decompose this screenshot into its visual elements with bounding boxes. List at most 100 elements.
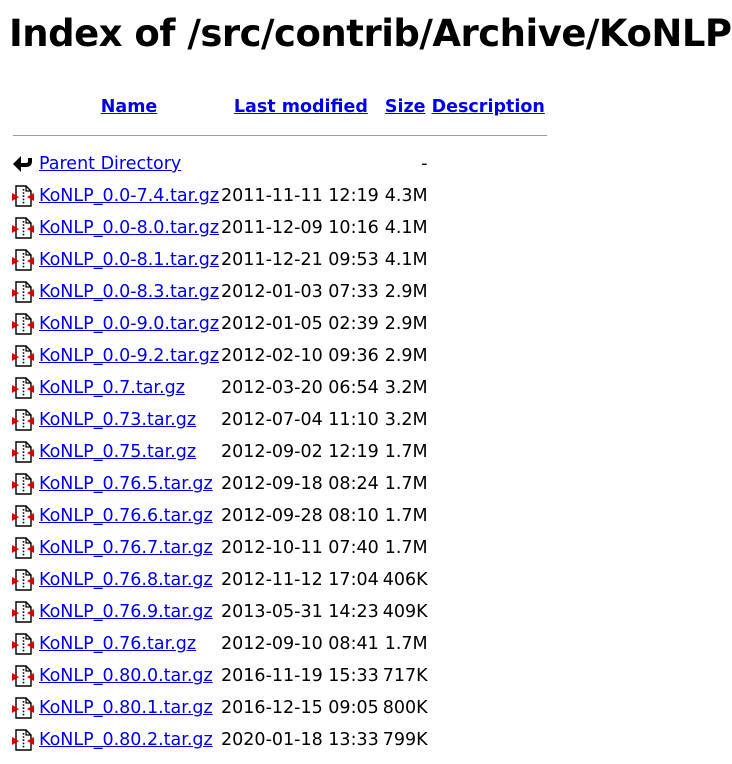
directory-listing: Name Last modified Size Description Pare…	[9, 92, 549, 756]
compressed-file-icon	[11, 376, 35, 400]
description-cell	[430, 436, 547, 468]
compressed-file-icon	[11, 344, 35, 368]
size-cell: 1.7M	[384, 538, 428, 558]
file-link[interactable]: KoNLP_0.80.2.tar.gz	[39, 730, 213, 750]
sort-by-description-link[interactable]: Description	[432, 97, 545, 117]
file-link[interactable]: KoNLP_0.0-8.0.tar.gz	[39, 218, 219, 238]
size-cell: 4.1M	[384, 218, 428, 238]
size-cell: 1.7M	[384, 442, 428, 462]
file-link[interactable]: KoNLP_0.76.6.tar.gz	[39, 506, 213, 526]
header-last-modified: Last modified	[221, 92, 381, 122]
description-cell	[430, 660, 547, 692]
size-cell: 2.9M	[384, 282, 428, 302]
compressed-file-icon	[11, 184, 35, 208]
size-cell: 2.9M	[384, 314, 428, 334]
file-link[interactable]: KoNLP_0.0-9.0.tar.gz	[39, 314, 219, 334]
sort-by-last-modified-link[interactable]: Last modified	[234, 97, 368, 117]
size-cell: 2.9M	[384, 346, 428, 366]
file-link[interactable]: KoNLP_0.0-8.1.tar.gz	[39, 250, 219, 270]
header-row: Name Last modified Size Description	[11, 92, 547, 122]
description-cell	[430, 564, 547, 596]
last-modified-cell: 2012-10-11 07:40	[221, 538, 379, 558]
parent-directory-link[interactable]: Parent Directory	[39, 154, 181, 174]
table-row: KoNLP_0.7.tar.gz 2012-03-20 06:54 3.2M	[11, 372, 547, 404]
last-modified-cell: 2012-09-18 08:24	[221, 474, 379, 494]
compressed-file-icon	[11, 536, 35, 560]
file-link[interactable]: KoNLP_0.76.tar.gz	[39, 634, 196, 654]
description-cell	[430, 628, 547, 660]
table-row: KoNLP_0.0-9.0.tar.gz 2012-01-05 02:39 2.9M	[11, 308, 547, 340]
size-cell: 800K	[382, 698, 428, 718]
description-cell	[430, 724, 547, 756]
compressed-file-icon	[11, 600, 35, 624]
description-cell	[430, 340, 547, 372]
description-cell	[430, 404, 547, 436]
sort-by-size-link[interactable]: Size	[385, 97, 426, 117]
file-link[interactable]: KoNLP_0.76.7.tar.gz	[39, 538, 213, 558]
compressed-file-icon	[11, 440, 35, 464]
size-cell: 1.7M	[384, 506, 428, 526]
file-link[interactable]: KoNLP_0.80.0.tar.gz	[39, 666, 213, 686]
back-icon	[11, 152, 35, 176]
last-modified-cell: 2012-11-12 17:04	[221, 570, 379, 590]
size-cell: 1.7M	[384, 634, 428, 654]
table-row: KoNLP_0.0-9.2.tar.gz 2012-02-10 09:36 2.9M	[11, 340, 547, 372]
last-modified-cell: 2011-11-11 12:19	[221, 186, 379, 206]
description-cell	[430, 148, 547, 180]
last-modified-cell: 2012-09-28 08:10	[221, 506, 379, 526]
last-modified-cell: 2016-12-15 09:05	[221, 698, 379, 718]
description-cell	[430, 308, 547, 340]
description-cell	[430, 180, 547, 212]
last-modified-cell: 2012-07-04 11:10	[221, 410, 379, 430]
compressed-file-icon	[11, 312, 35, 336]
page-title: Index of /src/contrib/Archive/KoNLP	[9, 12, 732, 55]
compressed-file-icon	[11, 280, 35, 304]
description-cell	[430, 276, 547, 308]
separator-row	[11, 122, 547, 148]
file-link[interactable]: KoNLP_0.76.8.tar.gz	[39, 570, 213, 590]
parent-directory-row: Parent Directory -	[11, 148, 547, 180]
table-row: KoNLP_0.76.5.tar.gz 2012-09-18 08:24 1.7M	[11, 468, 547, 500]
file-link[interactable]: KoNLP_0.0-9.2.tar.gz	[39, 346, 219, 366]
description-cell	[430, 244, 547, 276]
last-modified-cell: 2011-12-09 10:16	[221, 218, 379, 238]
header-description: Description	[430, 92, 547, 122]
file-link[interactable]: KoNLP_0.0-8.3.tar.gz	[39, 282, 219, 302]
file-link[interactable]: KoNLP_0.7.tar.gz	[39, 378, 185, 398]
file-link[interactable]: KoNLP_0.73.tar.gz	[39, 410, 196, 430]
table-row: KoNLP_0.76.9.tar.gz 2013-05-31 14:23 409K	[11, 596, 547, 628]
description-cell	[430, 692, 547, 724]
last-modified-cell: 2012-09-10 08:41	[221, 634, 379, 654]
size-cell: 4.3M	[384, 186, 428, 206]
size-cell: 799K	[382, 730, 428, 750]
file-link[interactable]: KoNLP_0.0-7.4.tar.gz	[39, 186, 219, 206]
header-name: Name	[39, 92, 219, 122]
compressed-file-icon	[11, 728, 35, 752]
last-modified-cell: 2012-03-20 06:54	[221, 378, 379, 398]
last-modified-cell: 2016-11-19 15:33	[221, 666, 379, 686]
file-link[interactable]: KoNLP_0.80.1.tar.gz	[39, 698, 213, 718]
sort-by-name-link[interactable]: Name	[101, 97, 158, 117]
table-row: KoNLP_0.76.7.tar.gz 2012-10-11 07:40 1.7M	[11, 532, 547, 564]
table-row: KoNLP_0.75.tar.gz 2012-09-02 12:19 1.7M	[11, 436, 547, 468]
header-size: Size	[383, 92, 428, 122]
compressed-file-icon	[11, 504, 35, 528]
compressed-file-icon	[11, 664, 35, 688]
size-cell: 409K	[382, 602, 428, 622]
description-cell	[430, 532, 547, 564]
file-link[interactable]: KoNLP_0.76.9.tar.gz	[39, 602, 213, 622]
last-modified-cell: 2013-05-31 14:23	[221, 602, 379, 622]
last-modified-cell: 2012-01-05 02:39	[221, 314, 379, 334]
description-cell	[430, 468, 547, 500]
last-modified-cell	[221, 148, 381, 180]
table-row: KoNLP_0.80.2.tar.gz 2020-01-18 13:33 799K	[11, 724, 547, 756]
size-cell: 4.1M	[384, 250, 428, 270]
last-modified-cell: 2012-09-02 12:19	[221, 442, 379, 462]
last-modified-cell: 2012-02-10 09:36	[221, 346, 379, 366]
file-link[interactable]: KoNLP_0.76.5.tar.gz	[39, 474, 213, 494]
description-cell	[430, 596, 547, 628]
size-cell: -	[421, 154, 428, 174]
description-cell	[430, 500, 547, 532]
table-row: KoNLP_0.0-8.0.tar.gz 2011-12-09 10:16 4.1M	[11, 212, 547, 244]
file-link[interactable]: KoNLP_0.75.tar.gz	[39, 442, 196, 462]
